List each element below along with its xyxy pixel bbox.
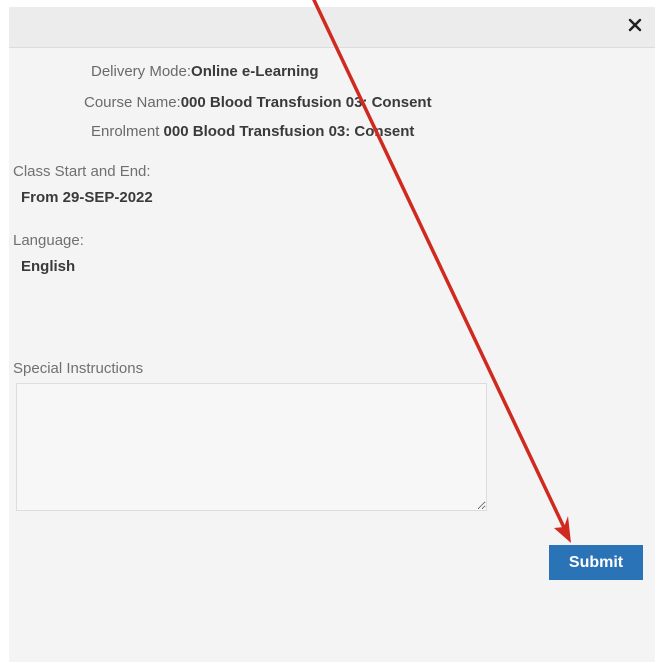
submit-button[interactable]: Submit: [549, 545, 643, 580]
enrolment-row: Enrolment 000 Blood Transfusion 03: Cons…: [91, 123, 414, 140]
dialog-header: [9, 7, 655, 48]
course-name-value: 000 Blood Transfusion 03: Consent: [180, 94, 432, 111]
class-start-end-value: From 29-SEP-2022: [21, 189, 153, 206]
close-icon[interactable]: [627, 17, 643, 33]
special-instructions-label: Special Instructions: [13, 360, 144, 377]
enrolment-dialog: Delivery Mode:Online e-Learning Course N…: [9, 7, 655, 662]
enrolment-label: Enrolment: [91, 123, 160, 140]
course-name-label: Course Name:: [84, 94, 181, 111]
course-name-row: Course Name:000 Blood Transfusion 03: Co…: [84, 94, 432, 111]
class-start-end-label: Class Start and End:: [13, 163, 151, 180]
delivery-mode-row: Delivery Mode:Online e-Learning: [91, 63, 319, 80]
delivery-mode-label: Delivery Mode:: [91, 63, 192, 80]
delivery-mode-value: Online e-Learning: [191, 63, 319, 80]
language-label: Language:: [13, 232, 84, 249]
special-instructions-textarea[interactable]: [16, 383, 487, 511]
enrolment-value: 000 Blood Transfusion 03: Consent: [163, 123, 415, 140]
language-value: English: [21, 258, 76, 275]
